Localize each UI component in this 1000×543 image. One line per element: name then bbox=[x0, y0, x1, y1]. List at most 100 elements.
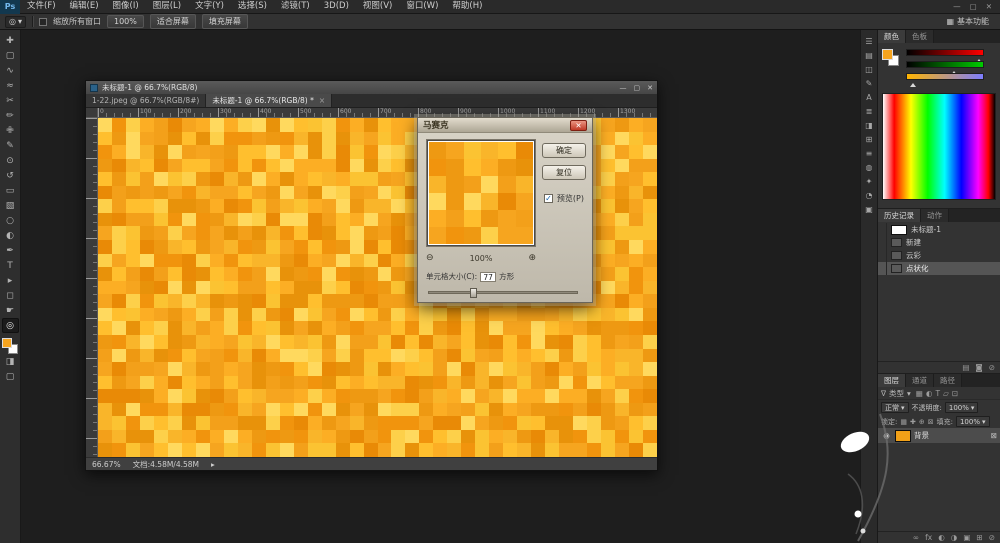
clone-stamp-tool[interactable]: ⊙ bbox=[2, 153, 19, 168]
dock-panel-icon[interactable]: ≡ bbox=[862, 148, 876, 159]
marquee-tool[interactable]: ▢ bbox=[2, 48, 19, 63]
history-brush-source[interactable] bbox=[878, 262, 887, 275]
quick-mask-button[interactable]: ◨ bbox=[2, 354, 19, 369]
fx-icon[interactable]: fx bbox=[925, 533, 932, 542]
screen-mode-button[interactable]: ▢ bbox=[2, 369, 19, 384]
history-brush-tool[interactable]: ↺ bbox=[2, 168, 19, 183]
cell-size-slider[interactable] bbox=[428, 291, 578, 294]
lasso-tool[interactable]: ∿ bbox=[2, 63, 19, 78]
lock-transparency-icon[interactable]: ▦ bbox=[900, 418, 907, 426]
adjustment-icon[interactable]: ◑ bbox=[951, 533, 958, 542]
dock-panel-icon[interactable]: ▣ bbox=[862, 204, 876, 215]
green-channel-slider[interactable] bbox=[906, 61, 984, 68]
visibility-eye-icon[interactable]: ◉ bbox=[881, 431, 892, 440]
panel-tab[interactable]: 颜色 bbox=[878, 30, 906, 43]
dialog-close-button[interactable]: ✕ bbox=[570, 120, 587, 131]
eraser-tool[interactable]: ▭ bbox=[2, 183, 19, 198]
shape-tool[interactable]: ◻ bbox=[2, 288, 19, 303]
dock-panel-icon[interactable]: ◨ bbox=[862, 120, 876, 131]
menu-item[interactable]: 帮助(H) bbox=[445, 0, 489, 13]
resize-windows-checkbox[interactable] bbox=[39, 18, 47, 26]
foreground-color-swatch[interactable] bbox=[2, 338, 12, 348]
dock-panel-icon[interactable]: ✦ bbox=[862, 176, 876, 187]
doc-minimize-button[interactable]: — bbox=[620, 84, 627, 92]
new-doc-from-state-icon[interactable]: ▤ bbox=[962, 363, 969, 372]
history-item[interactable]: 新建 bbox=[878, 236, 1000, 249]
menu-item[interactable]: 图层(L) bbox=[146, 0, 188, 13]
menu-item[interactable]: 文字(Y) bbox=[188, 0, 231, 13]
doc-restore-button[interactable]: ▢ bbox=[634, 84, 641, 92]
document-titlebar[interactable]: 未标题-1 @ 66.7%(RGB/8) — ▢ ✕ bbox=[86, 81, 657, 94]
workspace-switcher[interactable]: ▦ 基本功能 bbox=[946, 16, 995, 27]
dialog-titlebar[interactable]: 马赛克 ✕ bbox=[418, 118, 592, 133]
group-icon[interactable]: ▣ bbox=[963, 533, 970, 542]
color-spectrum[interactable] bbox=[882, 93, 996, 200]
menu-item[interactable]: 图像(I) bbox=[106, 0, 146, 13]
tab-close-icon[interactable]: × bbox=[319, 96, 325, 105]
crop-tool[interactable]: ✂ bbox=[2, 93, 19, 108]
zoom-tool[interactable]: ◎ bbox=[2, 318, 19, 333]
zoom-level[interactable]: 66.67% bbox=[92, 460, 121, 469]
panel-tab[interactable]: 图层 bbox=[878, 374, 906, 387]
preview-checkbox[interactable]: ✓ bbox=[544, 194, 553, 203]
history-item[interactable]: 点状化 bbox=[878, 262, 1000, 275]
dock-panel-icon[interactable]: ▤ bbox=[862, 50, 876, 61]
slider-marker-icon[interactable] bbox=[910, 80, 916, 87]
blur-tool[interactable]: ○ bbox=[2, 213, 19, 228]
fill-select[interactable]: 100% ▾ bbox=[956, 416, 990, 427]
dodge-tool[interactable]: ◐ bbox=[2, 228, 19, 243]
history-item[interactable]: 云彩 bbox=[878, 249, 1000, 262]
zoom-out-icon[interactable]: ⊖ bbox=[426, 253, 434, 263]
eyedropper-tool[interactable]: ✏ bbox=[2, 108, 19, 123]
menu-item[interactable]: 选择(S) bbox=[231, 0, 274, 13]
dock-panel-icon[interactable]: ◍ bbox=[862, 162, 876, 173]
reset-button[interactable]: 复位 bbox=[542, 165, 586, 180]
actual-pixels-button[interactable]: 100% bbox=[107, 15, 144, 28]
filter-smart-icon[interactable]: ⊡ bbox=[952, 389, 958, 398]
filter-shape-icon[interactable]: ▱ bbox=[943, 389, 949, 398]
ok-button[interactable]: 确定 bbox=[542, 143, 586, 158]
panel-tab[interactable]: 历史记录 bbox=[878, 209, 921, 222]
panel-tab[interactable]: 色板 bbox=[906, 30, 934, 43]
filter-preview[interactable] bbox=[426, 139, 536, 247]
dock-panel-icon[interactable]: A bbox=[862, 92, 876, 103]
dock-panel-icon[interactable]: ⊞ bbox=[862, 134, 876, 145]
app-minimize-button[interactable]: — bbox=[953, 2, 961, 11]
panel-tab[interactable]: 动作 bbox=[921, 209, 949, 222]
blue-channel-slider[interactable] bbox=[906, 73, 984, 80]
gradient-tool[interactable]: ▧ bbox=[2, 198, 19, 213]
menu-item[interactable]: 窗口(W) bbox=[399, 0, 445, 13]
menu-item[interactable]: 编辑(E) bbox=[63, 0, 106, 13]
blend-mode-select[interactable]: 正常 ▾ bbox=[881, 402, 909, 413]
tool-preset-picker[interactable]: ◎ ▾ bbox=[5, 16, 26, 28]
dock-panel-icon[interactable]: ≣ bbox=[862, 106, 876, 117]
history-brush-source[interactable] bbox=[878, 249, 887, 262]
mask-icon[interactable]: ◐ bbox=[938, 533, 945, 542]
healing-brush-tool[interactable]: ✙ bbox=[2, 123, 19, 138]
quick-select-tool[interactable]: ≈ bbox=[2, 78, 19, 93]
fill-screen-button[interactable]: 填充屏幕 bbox=[202, 14, 248, 29]
dock-panel-icon[interactable]: ✎ bbox=[862, 78, 876, 89]
lock-pixels-icon[interactable]: ✚ bbox=[910, 418, 916, 426]
panel-tab[interactable]: 通道 bbox=[906, 374, 934, 387]
status-arrow-icon[interactable]: ▸ bbox=[211, 460, 215, 469]
menu-item[interactable]: 文件(F) bbox=[20, 0, 63, 13]
history-brush-source[interactable] bbox=[878, 236, 887, 249]
dock-panel-icon[interactable]: ☰ bbox=[862, 36, 876, 47]
menu-item[interactable]: 视图(V) bbox=[356, 0, 399, 13]
dock-panel-icon[interactable]: ◔ bbox=[862, 190, 876, 201]
fit-screen-button[interactable]: 适合屏幕 bbox=[150, 14, 196, 29]
layer-row[interactable]: ◉背景⊠ bbox=[878, 428, 1000, 443]
filter-adjustment-icon[interactable]: ◐ bbox=[926, 389, 933, 398]
link-icon[interactable]: ∞ bbox=[913, 533, 919, 542]
type-tool[interactable]: T bbox=[2, 258, 19, 273]
new-snapshot-icon[interactable]: ◙ bbox=[975, 363, 982, 372]
menu-item[interactable]: 滤镜(T) bbox=[274, 0, 317, 13]
document-tab[interactable]: 未标题-1 @ 66.7%(RGB/8) *× bbox=[206, 94, 332, 107]
zoom-in-icon[interactable]: ⊕ bbox=[528, 253, 536, 263]
app-restore-button[interactable]: ▢ bbox=[970, 2, 977, 11]
document-tab[interactable]: 1-22.jpeg @ 66.7%(RGB/8#) bbox=[86, 94, 206, 107]
brush-tool[interactable]: ✎ bbox=[2, 138, 19, 153]
lock-position-icon[interactable]: ⊕ bbox=[919, 418, 925, 426]
menu-item[interactable]: 3D(D) bbox=[317, 0, 356, 13]
